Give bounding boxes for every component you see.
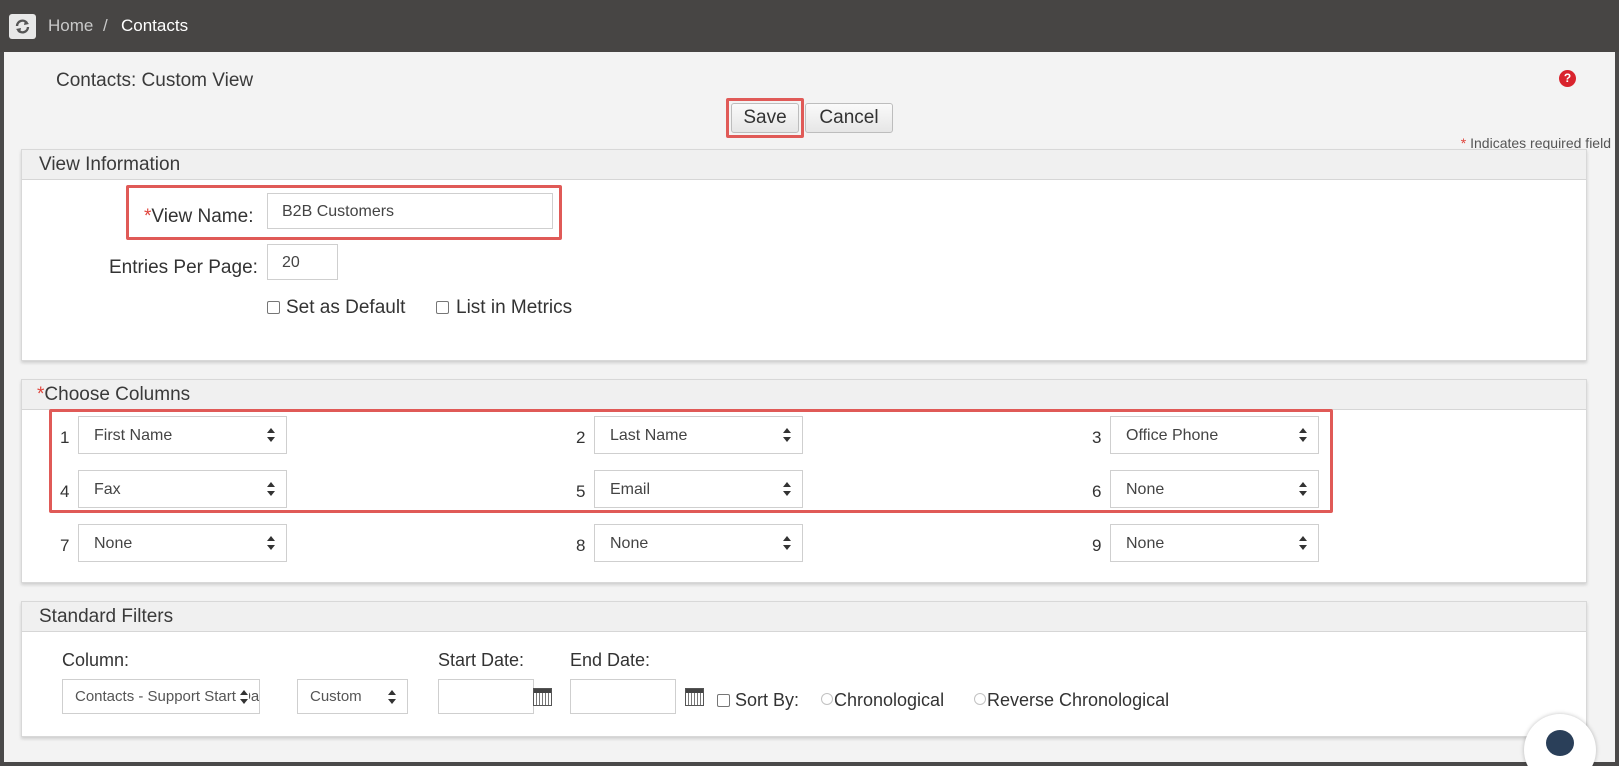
chronological-label: Chronological (834, 690, 945, 710)
column-select-value: Office Phone (1126, 427, 1219, 444)
start-date-input[interactable] (438, 679, 534, 714)
lightbulb-icon (1546, 730, 1574, 756)
view-information-header: View Information (22, 150, 1586, 180)
date-range-value: Custom (310, 688, 362, 705)
start-date-label: Start Date: (438, 650, 525, 670)
standard-filters-header: Standard Filters (22, 602, 1586, 632)
column-number: 8 (576, 536, 586, 555)
column-select[interactable]: Fax (78, 470, 287, 508)
breadcrumb-current: Contacts (121, 16, 189, 35)
page-content: Contacts: Custom View ? Save Cancel * In… (4, 52, 1615, 762)
save-button[interactable]: Save (731, 103, 799, 133)
column-select[interactable]: First Name (78, 416, 287, 454)
select-arrows-icon (783, 536, 791, 550)
choose-columns-title: Choose Columns (44, 384, 191, 405)
view-information-section: View Information *View Name: B2B Custome… (21, 149, 1587, 361)
help-icon[interactable]: ? (1559, 70, 1576, 87)
date-range-select[interactable]: Custom (297, 679, 408, 714)
set-default-label: Set as Default (286, 297, 406, 318)
column-select-value: None (1126, 535, 1165, 552)
select-arrows-icon (387, 688, 397, 706)
entries-per-page-value: 20 (282, 254, 300, 271)
column-select-value: Last Name (610, 427, 688, 444)
column-select-value: First Name (94, 427, 173, 444)
select-arrows-icon (1299, 536, 1307, 550)
select-arrows-icon (239, 688, 249, 706)
column-select[interactable]: Office Phone (1110, 416, 1319, 454)
select-arrows-icon (1299, 482, 1307, 496)
column-number: 3 (1092, 428, 1102, 447)
column-number: 9 (1092, 536, 1102, 555)
column-select[interactable]: Email (594, 470, 803, 508)
entries-per-page-input[interactable]: 20 (267, 244, 338, 280)
entries-per-page-label: Entries Per Page: (109, 257, 258, 278)
reverse-chronological-label: Reverse Chronological (987, 690, 1170, 710)
sort-by-label: Sort By: (735, 690, 800, 710)
view-name-label-text: View Name: (151, 206, 254, 227)
view-name-value: B2B Customers (282, 203, 395, 220)
column-number: 5 (576, 482, 586, 501)
breadcrumb-separator: / (103, 16, 108, 35)
filter-column-label: Column: (62, 650, 130, 670)
top-bar: Home / Contacts (0, 0, 1619, 52)
column-select[interactable]: None (78, 524, 287, 562)
column-select-value: Fax (94, 481, 121, 498)
select-arrows-icon (1299, 428, 1307, 442)
column-select[interactable]: None (594, 524, 803, 562)
breadcrumb-home[interactable]: Home (48, 16, 93, 36)
sort-by-checkbox[interactable] (717, 694, 730, 707)
column-number: 1 (60, 428, 70, 447)
column-number: 2 (576, 428, 586, 447)
column-number: 7 (60, 536, 70, 555)
select-arrows-icon (783, 482, 791, 496)
column-select-value: None (94, 535, 133, 552)
refresh-icon (15, 19, 30, 34)
list-metrics-label: List in Metrics (456, 297, 573, 318)
list-metrics-checkbox[interactable] (436, 301, 449, 314)
column-number: 6 (1092, 482, 1102, 501)
column-select-value: Email (610, 481, 651, 498)
standard-filters-section: Standard Filters Column: Start Date: End… (21, 601, 1587, 737)
view-name-label: *View Name: (144, 206, 254, 228)
filter-column-value: Contacts - Support Start Date (75, 688, 260, 705)
view-name-input[interactable]: B2B Customers (267, 193, 553, 229)
cancel-button[interactable]: Cancel (805, 103, 893, 133)
page-title: Contacts: Custom View (56, 70, 254, 91)
choose-columns-section: *Choose Columns 1 First Name 2 Last Name… (21, 379, 1587, 583)
column-select[interactable]: None (1110, 470, 1319, 508)
select-arrows-icon (783, 428, 791, 442)
column-select[interactable]: None (1110, 524, 1319, 562)
select-arrows-icon (267, 482, 275, 496)
end-date-label: End Date: (570, 650, 651, 670)
chronological-radio[interactable] (821, 693, 833, 705)
column-select-value: None (1126, 481, 1165, 498)
refresh-button[interactable] (9, 14, 36, 39)
column-select-value: None (610, 535, 649, 552)
select-arrows-icon (267, 536, 275, 550)
column-number: 4 (60, 482, 70, 501)
column-select[interactable]: Last Name (594, 416, 803, 454)
filter-column-select[interactable]: Contacts - Support Start Date (62, 679, 260, 714)
end-date-input[interactable] (570, 679, 676, 714)
calendar-icon[interactable] (685, 688, 704, 706)
reverse-chronological-radio[interactable] (974, 693, 986, 705)
calendar-icon[interactable] (533, 688, 552, 706)
choose-columns-header: *Choose Columns (22, 380, 1586, 410)
set-default-checkbox[interactable] (267, 301, 280, 314)
select-arrows-icon (267, 428, 275, 442)
